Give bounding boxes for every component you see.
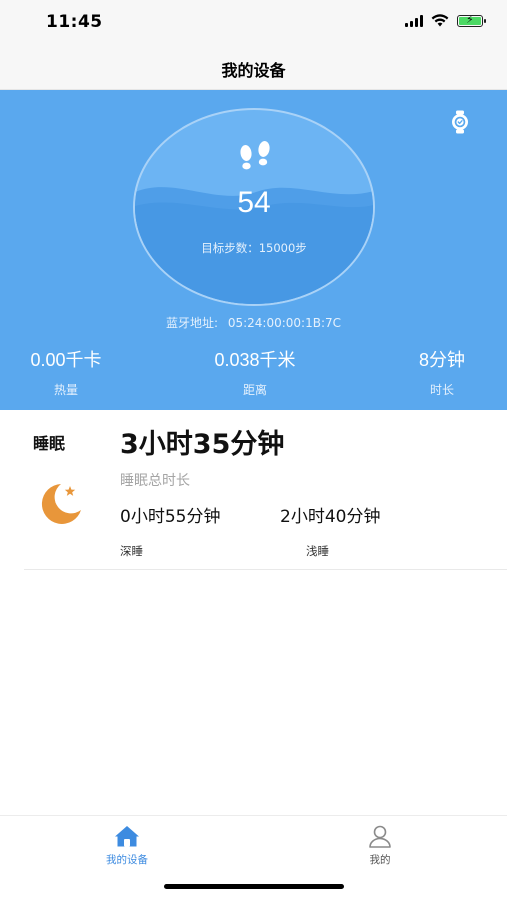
deep-sleep-value: 0小时55分钟 <box>120 507 221 527</box>
stat-distance: 0.038千米 距离 <box>198 346 312 398</box>
sleep-title: 睡眠 <box>33 434 66 453</box>
battery-charging-icon: ⚡ <box>457 13 486 27</box>
page-title: 我的设备 <box>221 61 286 80</box>
moon-icon <box>41 484 81 524</box>
sleep-card[interactable]: 睡眠 3小时35分钟 睡眠总时长 0小时55分钟 2小时40分钟 深睡 浅睡 <box>0 410 507 570</box>
home-indicator <box>164 884 344 889</box>
footprints-icon <box>240 141 270 170</box>
home-icon <box>115 826 139 847</box>
status-bar: 11:45 ⚡ <box>0 0 507 46</box>
bluetooth-label: 蓝牙地址: <box>165 316 219 330</box>
nav-bar: 我的设备 <box>0 46 507 90</box>
deep-sleep-label: 深睡 <box>120 544 143 558</box>
calories-label: 热量 <box>53 383 78 397</box>
person-icon <box>369 825 391 848</box>
status-icons: ⚡ <box>405 13 486 27</box>
stat-calories: 0.00千卡 热量 <box>18 346 114 398</box>
light-sleep-value: 2小时40分钟 <box>280 507 381 527</box>
sleep-total-label: 睡眠总时长 <box>120 473 190 489</box>
distance-value: 0.038千米 <box>214 350 296 370</box>
step-ring: 54 目标步数：15000步 <box>133 108 375 306</box>
tab-mine-label: 我的 <box>369 854 391 866</box>
step-count: 54 <box>237 186 271 219</box>
light-sleep-label: 浅睡 <box>306 544 329 558</box>
sleep-total-duration: 3小时35分钟 <box>120 429 285 460</box>
bluetooth-address: 05:24:00:00:1B:7C <box>227 316 342 330</box>
wifi-icon <box>431 14 449 27</box>
stat-duration: 8分钟 时长 <box>404 346 480 398</box>
duration-value: 8分钟 <box>418 350 465 370</box>
tab-my-devices[interactable]: 我的设备 <box>87 824 167 867</box>
step-goal: 目标步数：15000步 <box>201 241 307 255</box>
duration-label: 时长 <box>429 383 454 397</box>
bluetooth-address-row: 蓝牙地址: 05:24:00:00:1B:7C <box>0 314 507 331</box>
status-time: 11:45 <box>46 12 103 32</box>
distance-label: 距离 <box>242 383 267 397</box>
divider <box>24 569 507 570</box>
activity-hero: 54 目标步数：15000步 蓝牙地址: 05:24:00:00:1B:7C 0… <box>0 90 507 410</box>
tab-my-devices-label: 我的设备 <box>106 854 148 866</box>
signal-icon <box>405 14 423 27</box>
calories-value: 0.00千卡 <box>30 350 102 370</box>
tab-mine[interactable]: 我的 <box>340 824 420 867</box>
watch-icon[interactable] <box>449 110 471 134</box>
